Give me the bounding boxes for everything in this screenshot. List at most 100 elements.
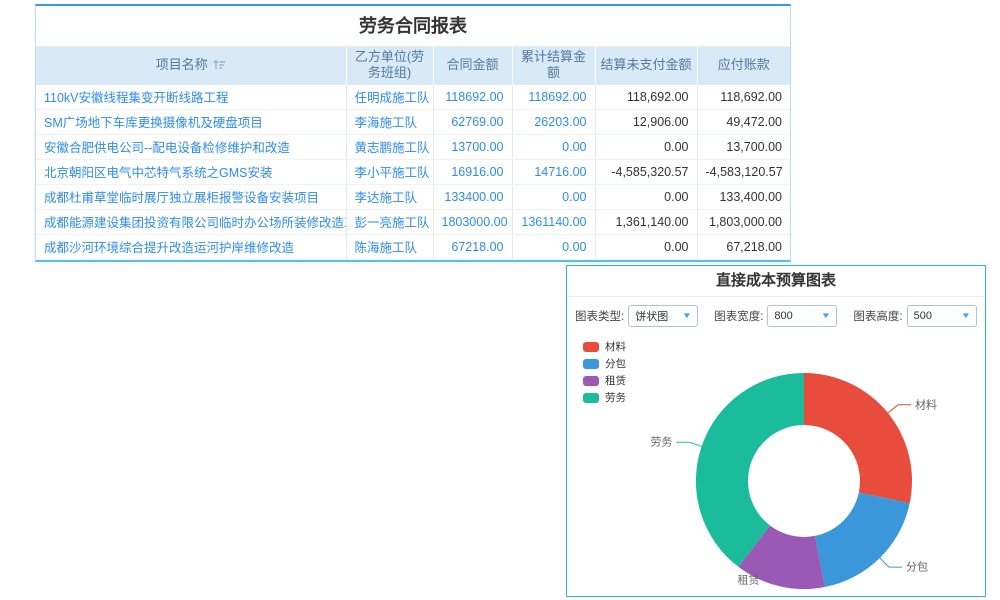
column-header-0[interactable]: 项目名称 — [36, 47, 346, 85]
project-name-link[interactable]: 成都杜甫草堂临时展厅独立展柜报警设备安装项目 — [36, 184, 346, 209]
chart-width-select[interactable]: 800 ▼ — [767, 305, 837, 327]
table-row: 成都杜甫草堂临时展厅独立展柜报警设备安装项目李达施工队133400.000.00… — [36, 184, 790, 209]
payable-value: 133,400.00 — [697, 184, 790, 209]
settled-amount-value[interactable]: 26203.00 — [512, 109, 595, 134]
contract-table: 项目名称乙方单位(劳务班组)合同金额累计结算金额结算未支付金额应付账款 110k… — [36, 46, 790, 260]
table-header-row: 项目名称乙方单位(劳务班组)合同金额累计结算金额结算未支付金额应付账款 — [36, 47, 790, 85]
column-header-4: 结算未支付金额 — [595, 47, 697, 85]
column-header-1: 乙方单位(劳务班组) — [346, 47, 433, 85]
legend-swatch — [583, 376, 599, 386]
column-header-3: 累计结算金额 — [512, 47, 595, 85]
settled-amount-value[interactable]: 0.00 — [512, 184, 595, 209]
contractor-link[interactable]: 彭一亮施工队 — [346, 209, 433, 234]
contract-amount-value[interactable]: 67218.00 — [433, 234, 512, 259]
chart-legend: 材料分包租赁劳务 — [583, 338, 626, 406]
contractor-link[interactable]: 陈海施工队 — [346, 234, 433, 259]
unpaid-amount-value: 0.00 — [595, 234, 697, 259]
unpaid-amount-value: 12,906.00 — [595, 109, 697, 134]
legend-label: 租赁 — [605, 373, 626, 388]
contract-amount-value[interactable]: 118692.00 — [433, 84, 512, 109]
contract-amount-value[interactable]: 62769.00 — [433, 109, 512, 134]
project-name-link[interactable]: 成都能源建设集团投资有限公司临时办公场所装修改造工程EPC — [36, 209, 346, 234]
page-title: 劳务合同报表 — [36, 6, 790, 46]
slice-label-材料: 材料 — [915, 397, 937, 411]
column-header-2: 合同金额 — [433, 47, 512, 85]
payable-value: 13,700.00 — [697, 134, 790, 159]
project-name-link[interactable]: 成都沙河环境综合提升改造运河护岸维修改造 — [36, 234, 346, 259]
chevron-down-icon: ▼ — [682, 311, 692, 320]
payable-value: 67,218.00 — [697, 234, 790, 259]
chart-height-select[interactable]: 500 ▼ — [907, 305, 977, 327]
table-row: 北京朝阳区电气中芯特气系统之GMS安装李小平施工队16916.0014716.0… — [36, 159, 790, 184]
unpaid-amount-value: 118,692.00 — [595, 84, 697, 109]
unpaid-amount-value: 0.00 — [595, 184, 697, 209]
contractor-link[interactable]: 李达施工队 — [346, 184, 433, 209]
label-line-材料 — [887, 405, 911, 414]
contract-amount-value[interactable]: 133400.00 — [433, 184, 512, 209]
legend-item-分包[interactable]: 分包 — [583, 355, 626, 372]
pie-slice-材料[interactable] — [804, 373, 912, 503]
contractor-link[interactable]: 黄志鹏施工队 — [346, 134, 433, 159]
settled-amount-value[interactable]: 1361140.00 — [512, 209, 595, 234]
pie-slice-分包[interactable] — [815, 493, 910, 588]
column-header-5: 应付账款 — [697, 47, 790, 85]
label-line-分包 — [879, 557, 902, 567]
legend-item-劳务[interactable]: 劳务 — [583, 389, 626, 406]
payable-value: 1,803,000.00 — [697, 209, 790, 234]
table-body: 110kV安徽线程集变开断线路工程任明成施工队118692.00118692.0… — [36, 84, 790, 259]
direct-cost-chart-panel: 直接成本预算图表 图表类型: 饼状图 ▼ 图表宽度: 800 ▼ 图表高度: 5… — [566, 265, 986, 597]
table-row: 成都沙河环境综合提升改造运河护岸维修改造陈海施工队67218.000.000.0… — [36, 234, 790, 259]
settled-amount-value[interactable]: 0.00 — [512, 134, 595, 159]
unpaid-amount-value: 0.00 — [595, 134, 697, 159]
legend-swatch — [583, 342, 599, 352]
chart-title: 直接成本预算图表 — [567, 266, 985, 297]
label-line-劳务 — [676, 442, 702, 447]
legend-label: 劳务 — [605, 390, 626, 405]
legend-label: 材料 — [605, 339, 626, 354]
settled-amount-value[interactable]: 118692.00 — [512, 84, 595, 109]
contractor-link[interactable]: 李海施工队 — [346, 109, 433, 134]
chevron-down-icon: ▼ — [960, 311, 970, 320]
donut-chart: 材料分包租赁劳务 — [567, 334, 985, 596]
chart-width-label: 图表宽度: — [714, 308, 763, 324]
legend-swatch — [583, 393, 599, 403]
settled-amount-value[interactable]: 14716.00 — [512, 159, 595, 184]
project-name-link[interactable]: 110kV安徽线程集变开断线路工程 — [36, 84, 346, 109]
project-name-link[interactable]: SM广场地下车库更换摄像机及硬盘项目 — [36, 109, 346, 134]
unpaid-amount-value: -4,585,320.57 — [595, 159, 697, 184]
chart-width-value: 800 — [774, 310, 792, 322]
contractor-link[interactable]: 李小平施工队 — [346, 159, 433, 184]
legend-swatch — [583, 359, 599, 369]
chart-controls: 图表类型: 饼状图 ▼ 图表宽度: 800 ▼ 图表高度: 500 ▼ — [567, 297, 985, 334]
contract-amount-value[interactable]: 16916.00 — [433, 159, 512, 184]
chevron-down-icon: ▼ — [821, 311, 831, 320]
payable-value: -4,583,120.57 — [697, 159, 790, 184]
chart-width-control: 图表宽度: 800 ▼ — [714, 305, 837, 327]
slice-label-分包: 分包 — [906, 561, 928, 574]
project-name-link[interactable]: 北京朝阳区电气中芯特气系统之GMS安装 — [36, 159, 346, 184]
settled-amount-value[interactable]: 0.00 — [512, 234, 595, 259]
contract-amount-value[interactable]: 1803000.00 — [433, 209, 512, 234]
labor-contract-report: 劳务合同报表 项目名称乙方单位(劳务班组)合同金额累计结算金额结算未支付金额应付… — [35, 4, 791, 262]
chart-type-label: 图表类型: — [575, 308, 624, 324]
table-row: 110kV安徽线程集变开断线路工程任明成施工队118692.00118692.0… — [36, 84, 790, 109]
unpaid-amount-value: 1,361,140.00 — [595, 209, 697, 234]
slice-label-劳务: 劳务 — [650, 436, 672, 449]
slice-label-租赁: 租赁 — [738, 573, 760, 587]
contractor-link[interactable]: 任明成施工队 — [346, 84, 433, 109]
chart-height-control: 图表高度: 500 ▼ — [853, 305, 976, 327]
legend-label: 分包 — [605, 356, 626, 371]
legend-item-材料[interactable]: 材料 — [583, 338, 626, 355]
project-name-link[interactable]: 安徽合肥供电公司--配电设备检修维护和改造 — [36, 134, 346, 159]
chart-body: 材料分包租赁劳务 材料分包租赁劳务 — [567, 334, 985, 596]
chart-height-label: 图表高度: — [853, 308, 902, 324]
contract-amount-value[interactable]: 13700.00 — [433, 134, 512, 159]
table-row: SM广场地下车库更换摄像机及硬盘项目李海施工队62769.0026203.001… — [36, 109, 790, 134]
chart-type-control: 图表类型: 饼状图 ▼ — [575, 305, 698, 327]
legend-item-租赁[interactable]: 租赁 — [583, 372, 626, 389]
chart-type-select[interactable]: 饼状图 ▼ — [628, 305, 698, 327]
table-row: 安徽合肥供电公司--配电设备检修维护和改造黄志鹏施工队13700.000.000… — [36, 134, 790, 159]
sort-icon[interactable] — [213, 59, 226, 70]
table-row: 成都能源建设集团投资有限公司临时办公场所装修改造工程EPC彭一亮施工队18030… — [36, 209, 790, 234]
payable-value: 118,692.00 — [697, 84, 790, 109]
